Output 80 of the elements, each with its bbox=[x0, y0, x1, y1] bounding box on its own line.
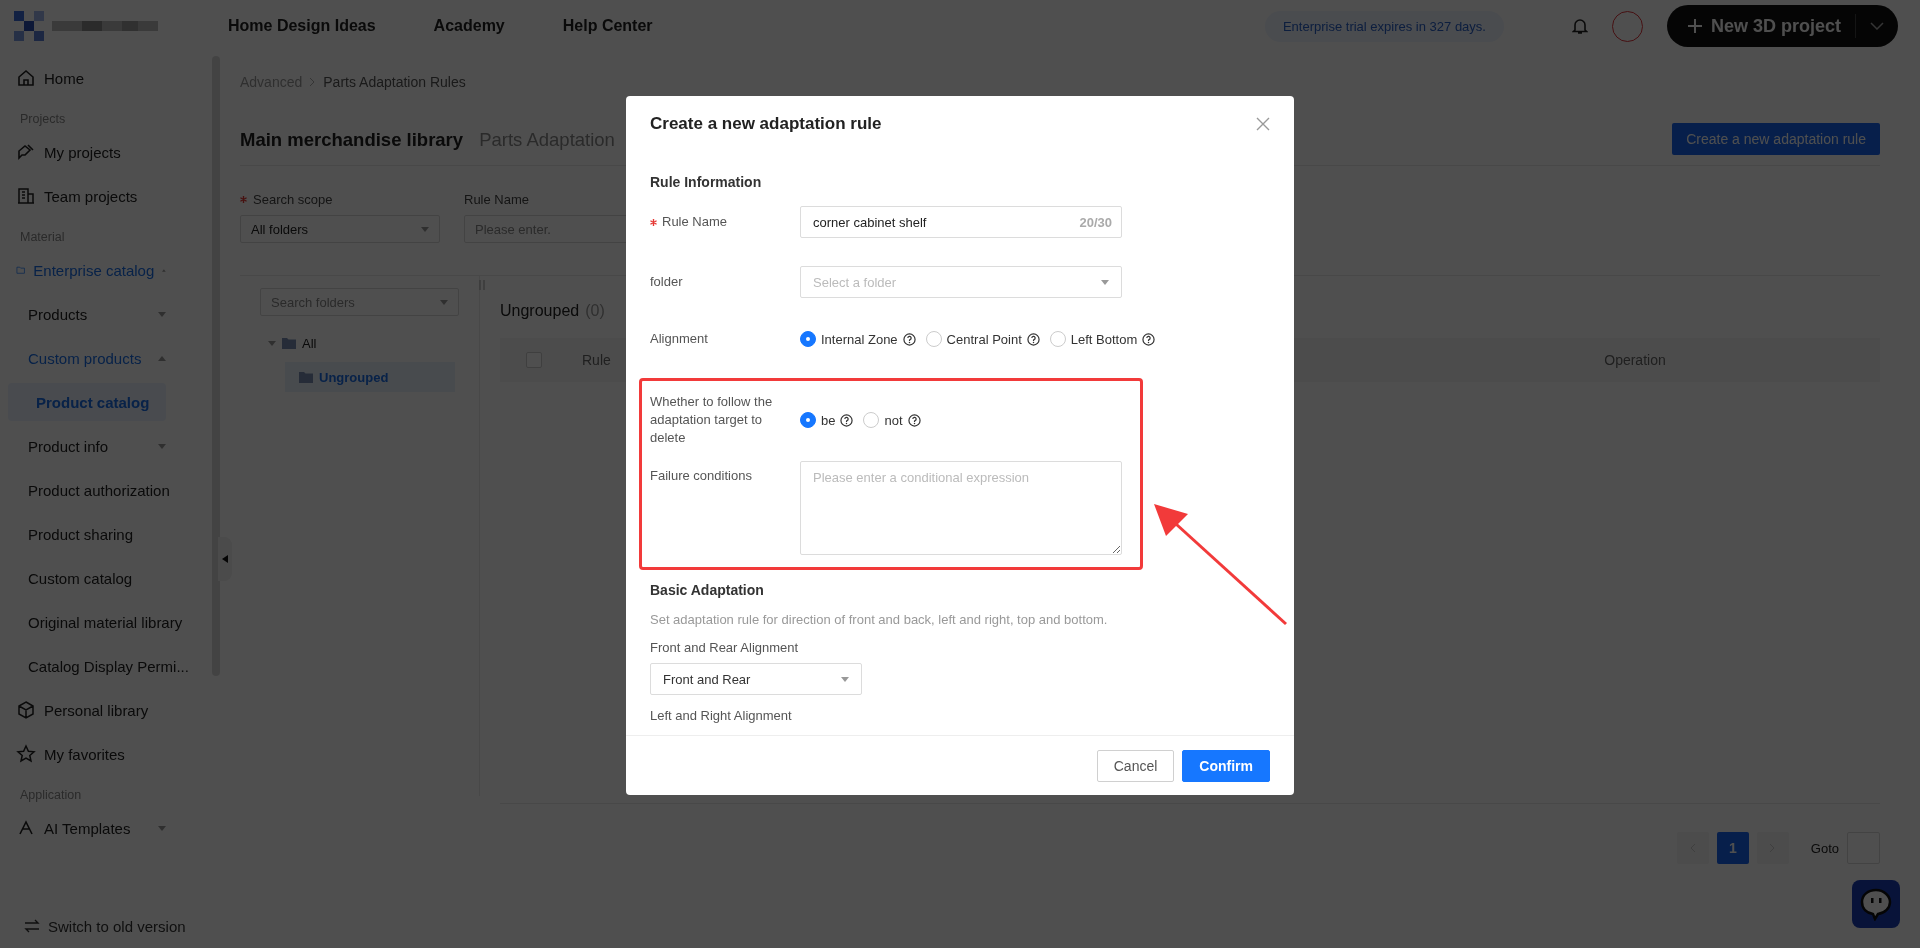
folder-icon bbox=[282, 337, 296, 349]
help-icon[interactable] bbox=[907, 413, 921, 427]
section-heading: Rule Information bbox=[650, 173, 763, 192]
cube-icon bbox=[16, 700, 36, 720]
switch-version-link[interactable]: Switch to old version bbox=[0, 904, 222, 948]
bell-icon[interactable] bbox=[1571, 17, 1588, 35]
caret-icon bbox=[268, 339, 276, 347]
field-label: Search scope bbox=[253, 192, 333, 207]
avatar[interactable] bbox=[1611, 10, 1643, 42]
caret-icon bbox=[158, 355, 166, 361]
caret-icon bbox=[440, 299, 448, 305]
radio-label[interactable]: not bbox=[884, 412, 903, 428]
radio-label[interactable]: be bbox=[821, 412, 836, 428]
field-label: Left and Right Alignment bbox=[650, 707, 793, 725]
tree-item[interactable]: Ungrouped bbox=[285, 362, 455, 392]
building-icon bbox=[16, 186, 36, 206]
field-label: Rule Name bbox=[464, 192, 530, 207]
close-icon bbox=[1256, 117, 1270, 131]
radio-label[interactable]: Left Bottom bbox=[1070, 331, 1138, 347]
sidebar-group[interactable]: AI Templates bbox=[0, 806, 222, 850]
trial-notice[interactable]: Enterprise trial expires in 327 days. bbox=[1264, 10, 1504, 42]
home-icon bbox=[16, 68, 36, 88]
chevron-right-icon bbox=[310, 78, 316, 86]
page-button[interactable]: 1 bbox=[1716, 832, 1749, 864]
radio-button[interactable] bbox=[925, 331, 942, 347]
radio-button[interactable] bbox=[863, 412, 880, 428]
field-label: Rule Name bbox=[662, 213, 728, 231]
section-heading: Basic Adaptation bbox=[650, 581, 765, 600]
house-pen-icon bbox=[16, 142, 36, 162]
tree-item[interactable]: All bbox=[260, 328, 459, 358]
nav-link[interactable]: Home Design Ideas bbox=[228, 17, 376, 35]
radio-label[interactable]: Central Point bbox=[946, 331, 1022, 347]
field-label: Front and Rear Alignment bbox=[650, 639, 800, 657]
caret-icon bbox=[1101, 279, 1109, 285]
caret-icon bbox=[158, 825, 166, 831]
collapse-button[interactable] bbox=[218, 537, 232, 581]
chat-button[interactable] bbox=[1852, 880, 1900, 928]
caret-icon bbox=[841, 676, 849, 682]
folder-icon bbox=[299, 371, 313, 383]
cancel-button[interactable]: Cancel bbox=[1096, 749, 1175, 782]
field-label: Failure conditions bbox=[650, 467, 752, 485]
section-description: Set adaptation rule for direction of front and back, left and right, top and bottom. bbox=[650, 612, 1109, 627]
field-label: folder bbox=[650, 273, 683, 291]
caret-icon bbox=[421, 226, 429, 232]
goto-label: Goto bbox=[1810, 840, 1839, 856]
character-counter: 20/30 bbox=[1079, 215, 1112, 230]
front-rear-select[interactable]: Front and Rear bbox=[650, 663, 862, 695]
help-icon[interactable] bbox=[1026, 332, 1040, 346]
chevron-down-icon bbox=[1870, 22, 1884, 30]
field-label: Whether to follow the adaptation target to delete bbox=[650, 393, 774, 447]
speech-bubble-icon bbox=[1859, 887, 1893, 921]
radio-button[interactable] bbox=[1049, 331, 1066, 347]
sidebar-item[interactable]: Product catalog bbox=[8, 383, 166, 421]
close-button[interactable] bbox=[1256, 117, 1270, 131]
dialog-title: Create a new adaptation rule bbox=[650, 114, 882, 134]
list-title: Ungrouped bbox=[500, 302, 580, 320]
help-icon[interactable] bbox=[1142, 332, 1156, 346]
radio-button[interactable] bbox=[800, 331, 816, 347]
nav-link[interactable]: Help Center bbox=[562, 17, 653, 35]
folder-select[interactable]: Select a folder bbox=[800, 266, 1122, 298]
caret-icon bbox=[158, 311, 166, 317]
sidebar-item[interactable]: My favorites bbox=[0, 732, 222, 776]
help-icon[interactable] bbox=[902, 332, 916, 346]
nav-link[interactable]: Academy bbox=[433, 17, 505, 35]
sidebar-item[interactable]: Personal library bbox=[0, 688, 222, 732]
triangle-left-icon bbox=[222, 555, 228, 563]
tab[interactable]: Main merchandise library bbox=[240, 128, 464, 157]
swap-icon bbox=[24, 919, 40, 933]
help-icon[interactable] bbox=[840, 413, 854, 427]
star-icon bbox=[16, 744, 36, 764]
field-label: Alignment bbox=[650, 330, 708, 348]
radio-label[interactable]: Internal Zone bbox=[821, 331, 898, 347]
caret-icon bbox=[158, 443, 166, 449]
radio-button[interactable] bbox=[800, 412, 816, 428]
failure-conditions-field[interactable]: Please enter a conditional expression bbox=[800, 461, 1122, 555]
confirm-button[interactable]: Confirm bbox=[1182, 749, 1270, 782]
new-project-button[interactable]: New 3D project bbox=[1666, 5, 1898, 47]
plus-icon bbox=[1686, 18, 1703, 34]
search-scope-select[interactable]: All folders bbox=[240, 215, 440, 243]
create-rule-button[interactable]: Create a new adaptation rule bbox=[1672, 122, 1880, 155]
